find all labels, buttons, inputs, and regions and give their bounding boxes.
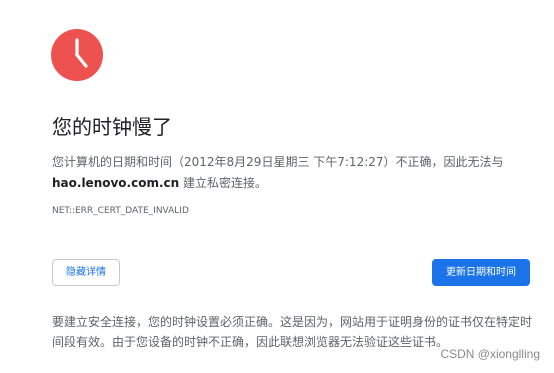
hostname: hao.lenovo.com.cn (52, 176, 180, 190)
clock-icon (51, 29, 103, 81)
description-line2: 建立私密连接。 (179, 176, 268, 190)
error-code: NET::ERR_CERT_DATE_INVALID (52, 206, 189, 216)
update-date-time-button[interactable]: 更新日期和时间 (432, 259, 530, 286)
description-line1: 您计算机的日期和时间（2012年8月29日星期三 下午7:12:27）不正确，因… (52, 155, 504, 169)
error-description: 您计算机的日期和时间（2012年8月29日星期三 下午7:12:27）不正确，因… (52, 152, 532, 194)
page-title: 您的时钟慢了 (52, 115, 172, 139)
watermark: CSDN @xionglling (440, 347, 540, 361)
hide-details-button[interactable]: 隐藏详情 (52, 259, 120, 286)
